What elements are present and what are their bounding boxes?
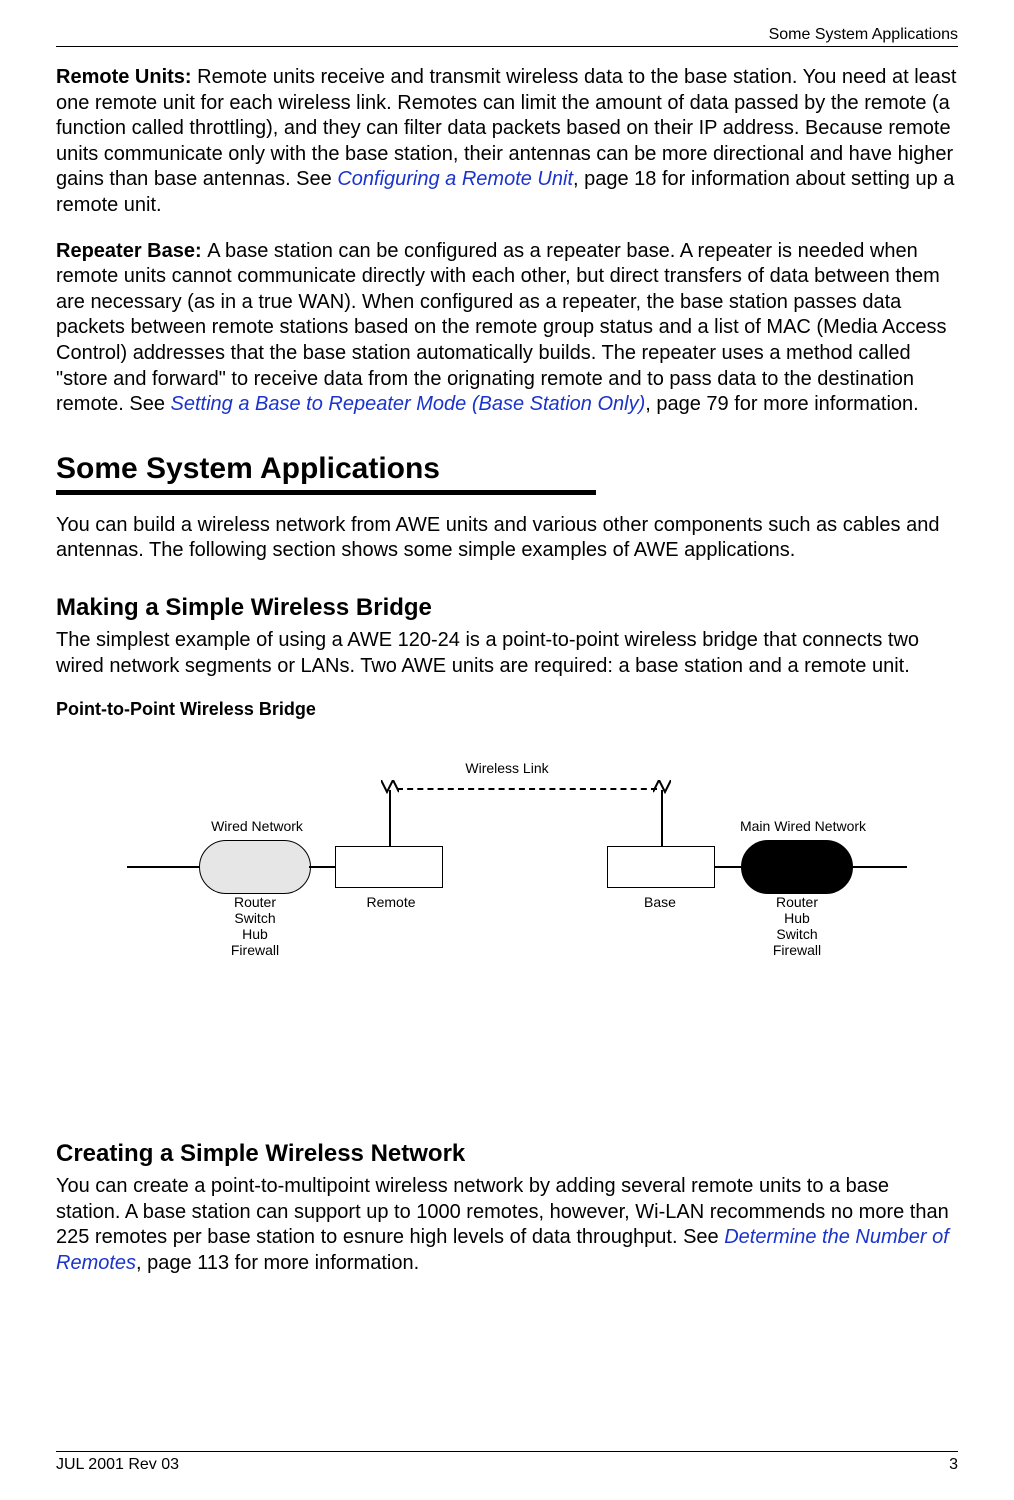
paragraph-network: You can create a point-to-multipoint wir…: [56, 1174, 958, 1276]
text-repeater-b: , page 79 for more information.: [645, 393, 918, 415]
wire-right-inner: [715, 866, 741, 868]
label-stack-left: Router Switch Hub Firewall: [215, 894, 295, 958]
xref-configuring-remote-unit[interactable]: Configuring a Remote Unit: [337, 168, 573, 190]
label-wireless-link: Wireless Link: [465, 760, 548, 776]
stack-right-2: Hub: [757, 910, 837, 926]
node-router-right: [741, 840, 853, 894]
term-repeater-base: Repeater Base:: [56, 240, 207, 262]
stack-left-2: Switch: [215, 910, 295, 926]
wire-right-outer: [851, 866, 907, 868]
xref-setting-repeater-mode[interactable]: Setting a Base to Repeater Mode (Base St…: [171, 393, 646, 415]
text-repeater-a: A base station can be configured as a re…: [56, 240, 946, 416]
term-remote-units: Remote Units:: [56, 66, 197, 88]
label-wired-network: Wired Network: [187, 818, 327, 834]
antenna-mast-right: [661, 790, 663, 846]
stack-left-1: Router: [215, 894, 295, 910]
diagram-wireless-bridge: Wireless Link Wired Network Main Wired N…: [127, 760, 887, 1020]
paragraph-repeater-base: Repeater Base: A base station can be con…: [56, 239, 958, 418]
wire-left-outer: [127, 866, 199, 868]
page-footer: JUL 2001 Rev 03 3: [56, 1451, 958, 1474]
label-stack-right: Router Hub Switch Firewall: [757, 894, 837, 958]
antenna-mast-left: [389, 790, 391, 846]
heading-simple-network: Creating a Simple Wireless Network: [56, 1140, 958, 1168]
stack-right-3: Switch: [757, 926, 837, 942]
paragraph-bridge: The simplest example of using a AWE 120-…: [56, 628, 958, 679]
stack-right-1: Router: [757, 894, 837, 910]
heading-some-system-applications: Some System Applications: [56, 452, 958, 486]
stack-left-4: Firewall: [215, 942, 295, 958]
label-main-wired-network: Main Wired Network: [723, 818, 883, 834]
footer-revision: JUL 2001 Rev 03: [56, 1456, 179, 1474]
text-network-b: , page 113 for more information.: [136, 1252, 419, 1274]
label-remote: Remote: [351, 894, 431, 910]
paragraph-remote-units: Remote Units: Remote units receive and t…: [56, 65, 958, 219]
label-base: Base: [625, 894, 695, 910]
node-base: [607, 846, 715, 888]
node-remote: [335, 846, 443, 888]
wire-left-inner: [309, 866, 335, 868]
stack-left-3: Hub: [215, 926, 295, 942]
heading-rule: [56, 490, 596, 495]
running-head: Some System Applications: [56, 26, 958, 47]
paragraph-intro: You can build a wireless network from AW…: [56, 513, 958, 564]
stack-right-4: Firewall: [757, 942, 837, 958]
figure-caption: Point-to-Point Wireless Bridge: [56, 699, 958, 720]
node-router-left: [199, 840, 311, 894]
footer-page-number: 3: [949, 1456, 958, 1474]
heading-simple-bridge: Making a Simple Wireless Bridge: [56, 594, 958, 622]
wireless-link-line: [397, 788, 657, 790]
